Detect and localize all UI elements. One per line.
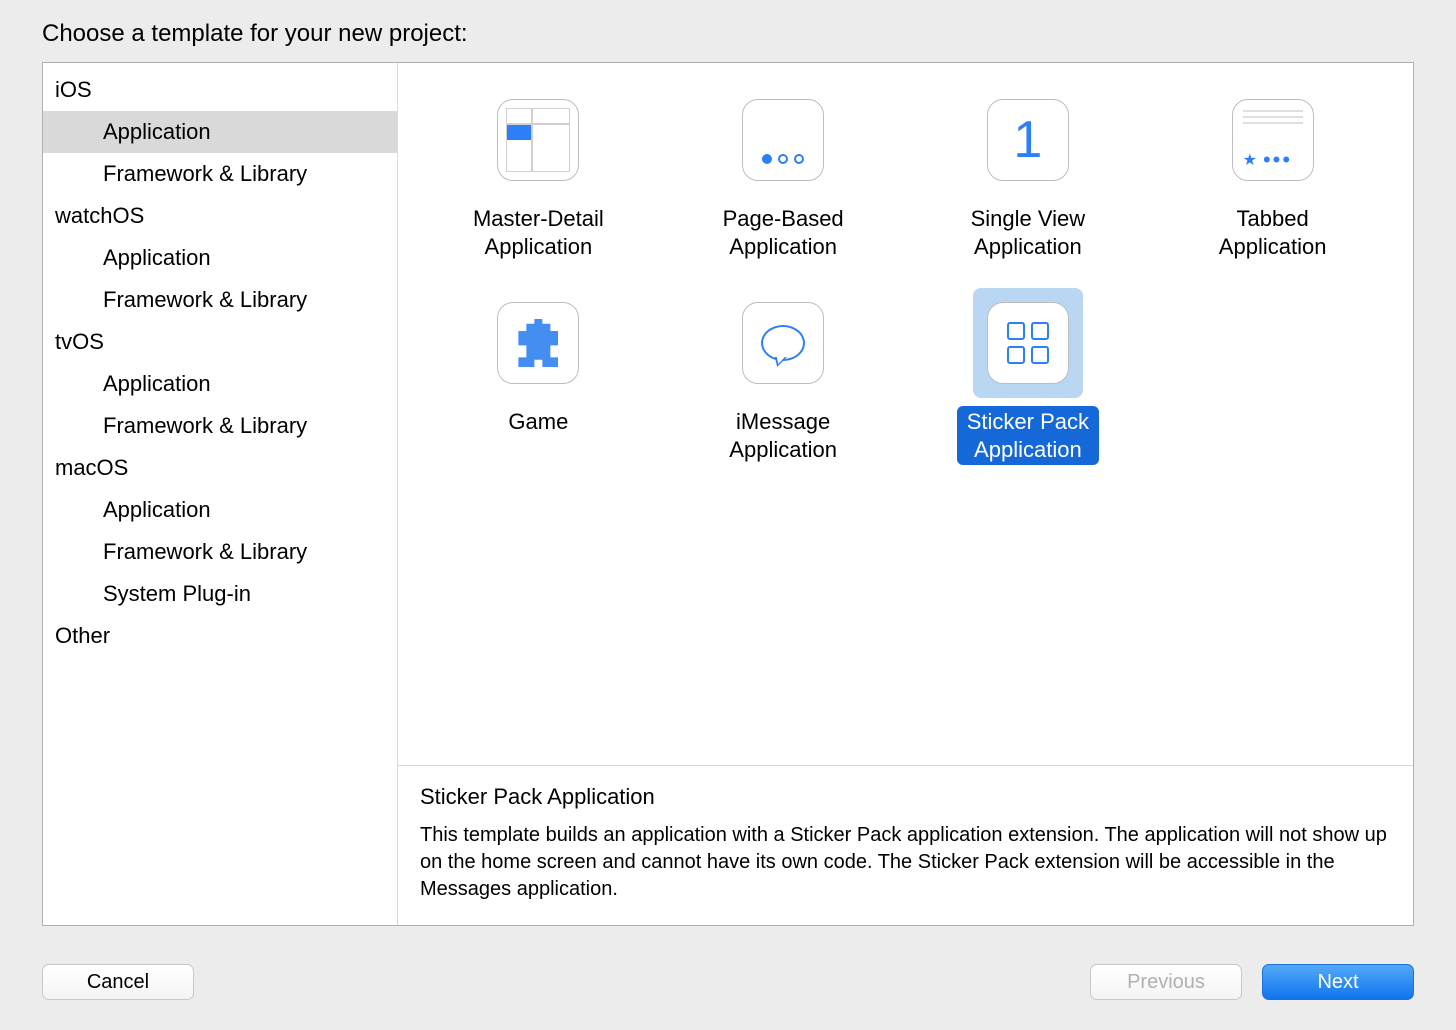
template-game[interactable]: Game (426, 288, 651, 465)
tabbed-icon: ★••• (1232, 99, 1314, 181)
template-icon-wrap (728, 288, 838, 398)
description-body: This template builds an application with… (420, 822, 1391, 903)
template-label: Sticker Pack Application (957, 406, 1099, 465)
template-icon-wrap: ★••• (1218, 85, 1328, 195)
sticker-pack-icon (987, 302, 1069, 384)
template-icon-wrap: 1 (973, 85, 1083, 195)
main-panel: iOS Application Framework & Library watc… (42, 62, 1414, 926)
master-detail-icon (497, 99, 579, 181)
sidebar: iOS Application Framework & Library watc… (43, 63, 398, 925)
template-icon-wrap (973, 288, 1083, 398)
sidebar-header-macos: macOS (43, 447, 397, 489)
sidebar-item-macos-plugin[interactable]: System Plug-in (43, 573, 397, 615)
sidebar-item-macos-application[interactable]: Application (43, 489, 397, 531)
next-button[interactable]: Next (1262, 964, 1414, 1000)
template-label: Tabbed Application (1209, 203, 1337, 262)
cancel-button[interactable]: Cancel (42, 964, 194, 1000)
single-view-icon: 1 (987, 99, 1069, 181)
description-panel: Sticker Pack Application This template b… (398, 765, 1413, 925)
template-icon-wrap (483, 85, 593, 195)
template-label: Single View Application (961, 203, 1096, 262)
sidebar-item-tvos-framework[interactable]: Framework & Library (43, 405, 397, 447)
template-tabbed[interactable]: ★••• Tabbed Application (1160, 85, 1385, 262)
sidebar-item-macos-framework[interactable]: Framework & Library (43, 531, 397, 573)
content-area: Master-Detail Application Page-Based App… (398, 63, 1413, 925)
template-label: Page-Based Application (713, 203, 854, 262)
template-icon-wrap (483, 288, 593, 398)
sidebar-item-ios-framework[interactable]: Framework & Library (43, 153, 397, 195)
imessage-icon (742, 302, 824, 384)
template-imessage[interactable]: iMessage Application (671, 288, 896, 465)
template-icon-wrap (728, 85, 838, 195)
sidebar-item-ios-application[interactable]: Application (43, 111, 397, 153)
dialog-prompt: Choose a template for your new project: (42, 20, 1414, 48)
template-page-based[interactable]: Page-Based Application (671, 85, 896, 262)
template-label: Game (498, 406, 578, 438)
templates-grid: Master-Detail Application Page-Based App… (398, 63, 1413, 765)
game-icon (497, 302, 579, 384)
sidebar-header-watchos: watchOS (43, 195, 397, 237)
dialog-footer: Cancel Previous Next (42, 926, 1414, 1000)
template-label: Master-Detail Application (463, 203, 614, 262)
sidebar-item-tvos-application[interactable]: Application (43, 363, 397, 405)
previous-button[interactable]: Previous (1090, 964, 1242, 1000)
sidebar-header-tvos: tvOS (43, 321, 397, 363)
description-title: Sticker Pack Application (420, 784, 1391, 810)
sidebar-header-ios: iOS (43, 69, 397, 111)
page-based-icon (742, 99, 824, 181)
template-master-detail[interactable]: Master-Detail Application (426, 85, 651, 262)
template-single-view[interactable]: 1 Single View Application (916, 85, 1141, 262)
sidebar-header-other: Other (43, 615, 397, 657)
sidebar-item-watchos-application[interactable]: Application (43, 237, 397, 279)
template-label: iMessage Application (719, 406, 847, 465)
template-sticker-pack[interactable]: Sticker Pack Application (916, 288, 1141, 465)
sidebar-item-watchos-framework[interactable]: Framework & Library (43, 279, 397, 321)
